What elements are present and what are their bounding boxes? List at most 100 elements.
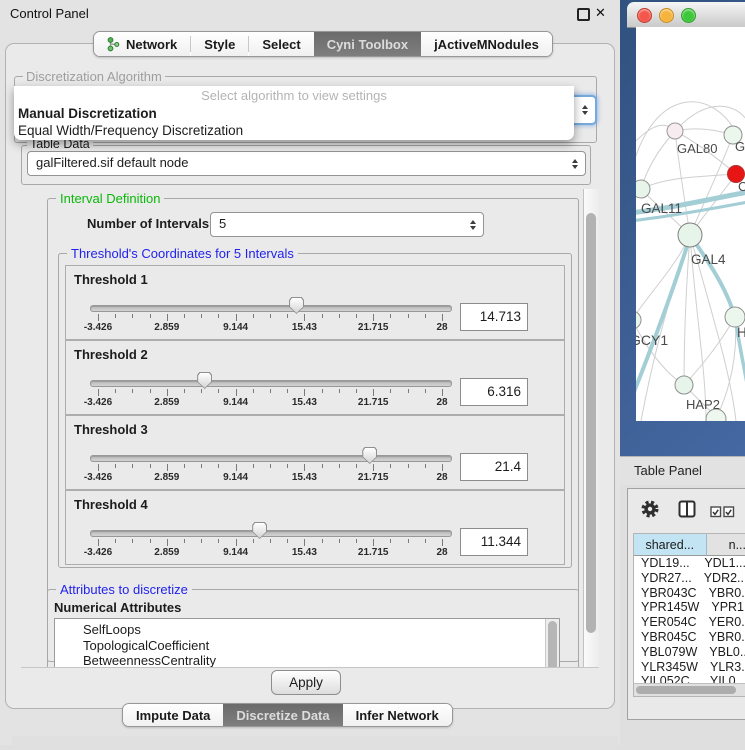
numerical-attributes-list[interactable]: SelfLoopsTopologicalCoefficientBetweenne… xyxy=(54,618,560,668)
minimize-traffic-light[interactable] xyxy=(659,8,674,23)
list-scrollbar[interactable] xyxy=(545,619,559,668)
network-canvas[interactable]: GAL80GACGAL11GAL4GCY1HHAP2 xyxy=(636,27,745,421)
network-node[interactable] xyxy=(636,311,641,329)
tick-mark xyxy=(132,389,133,393)
tick-mark xyxy=(322,539,323,543)
cell-shared-name[interactable]: YBR043C xyxy=(634,586,697,601)
slider-scale-labels: -3.4262.8599.14415.4321.71528 xyxy=(98,322,442,334)
horizontal-scrollbar-thumb[interactable] xyxy=(636,686,736,694)
table-row[interactable]: YDL19...YDL1... xyxy=(634,556,745,571)
vertical-scrollbar-thumb[interactable] xyxy=(586,213,596,633)
tab-select[interactable]: Select xyxy=(249,32,313,56)
number-of-intervals-value: 5 xyxy=(211,213,483,234)
cell-shared-name[interactable]: YDR27... xyxy=(634,571,692,586)
tick-mark xyxy=(442,539,443,546)
threshold-value-input[interactable]: 21.4 xyxy=(460,453,528,481)
tab-network[interactable]: Network xyxy=(94,32,190,56)
tick-mark xyxy=(390,539,391,543)
tick-mark xyxy=(132,464,133,468)
slider-ticks xyxy=(98,539,442,547)
cyni-mode-tabs: Impute Data Discretize Data Infer Networ… xyxy=(122,703,453,727)
cell-name[interactable]: YBR0... xyxy=(697,630,745,645)
tick-mark xyxy=(322,464,323,468)
table-row[interactable]: YER054CYER0... xyxy=(634,615,745,630)
tick-mark xyxy=(373,389,374,396)
tick-mark xyxy=(218,539,219,543)
network-node[interactable] xyxy=(678,223,702,247)
tick-mark xyxy=(218,389,219,393)
slider-track[interactable] xyxy=(90,455,452,462)
node-attribute-table[interactable]: shared... n... YDL19...YDL1...YDR27...YD… xyxy=(633,533,745,697)
slider-track[interactable] xyxy=(90,530,452,537)
vertical-scrollbar[interactable] xyxy=(583,189,599,667)
tick-mark xyxy=(98,539,99,546)
threshold-value-input[interactable]: 14.713 xyxy=(460,303,528,331)
tick-mark xyxy=(150,464,151,468)
cell-name[interactable]: YDL1... xyxy=(692,556,745,571)
list-scrollbar-thumb[interactable] xyxy=(548,621,557,668)
cell-shared-name[interactable]: YLR345W xyxy=(634,660,698,675)
table-row[interactable]: YDR27...YDR2... xyxy=(634,571,745,586)
cell-shared-name[interactable]: YER054C xyxy=(634,615,697,630)
network-node[interactable] xyxy=(725,307,745,327)
network-node[interactable] xyxy=(667,123,683,139)
cell-name[interactable]: YLR3... xyxy=(698,660,745,675)
tab-impute-data[interactable]: Impute Data xyxy=(123,704,223,726)
scale-label: 28 xyxy=(436,472,447,483)
tick-mark xyxy=(201,464,202,468)
tab-infer-network[interactable]: Infer Network xyxy=(343,704,452,726)
tick-mark xyxy=(304,389,305,396)
number-of-intervals-select[interactable]: 5 xyxy=(210,212,484,237)
threshold-label: Threshold 4 xyxy=(74,497,148,512)
table-header-name[interactable]: n... xyxy=(707,534,745,556)
cell-name[interactable]: YDR2... xyxy=(692,571,745,586)
table-row[interactable]: YPR145WYPR1... xyxy=(634,600,745,615)
dropdown-option-manual[interactable]: Manual Discretization xyxy=(14,105,574,122)
tab-cyni-toolbox[interactable]: Cyni Toolbox xyxy=(314,32,421,56)
select-columns-icon[interactable] xyxy=(710,505,736,523)
apply-button[interactable]: Apply xyxy=(271,670,341,695)
slider-track[interactable] xyxy=(90,305,452,312)
table-data-select[interactable]: galFiltered.sif default node xyxy=(27,151,586,176)
slider-track[interactable] xyxy=(90,380,452,387)
attribute-list-item[interactable]: TopologicalCoefficient xyxy=(55,638,559,654)
network-edge xyxy=(641,174,736,189)
table-row[interactable]: YBR045CYBR0... xyxy=(634,630,745,645)
tab-jactivemnodules[interactable]: jActiveMNodules xyxy=(421,32,552,56)
threshold-value-input[interactable]: 6.316 xyxy=(460,378,528,406)
cell-shared-name[interactable]: YBR045C xyxy=(634,630,697,645)
horizontal-scrollbar[interactable] xyxy=(634,683,745,696)
table-header-shared-name[interactable]: shared... xyxy=(634,534,707,556)
zoom-traffic-light[interactable] xyxy=(681,8,696,23)
tab-style[interactable]: Style xyxy=(191,32,248,56)
tab-discretize-data[interactable]: Discretize Data xyxy=(223,704,342,726)
cell-shared-name[interactable]: YPR145W xyxy=(634,600,699,615)
cell-shared-name[interactable]: YDL19... xyxy=(634,556,692,571)
cell-name[interactable]: YBL0... xyxy=(697,645,745,660)
cell-name[interactable]: YPR1... xyxy=(699,600,745,615)
tick-mark xyxy=(184,314,185,318)
network-node[interactable] xyxy=(675,376,693,394)
tick-mark xyxy=(425,389,426,393)
cell-name[interactable]: YER0... xyxy=(697,615,745,630)
network-node[interactable] xyxy=(636,180,650,198)
gear-icon[interactable] xyxy=(640,499,660,524)
float-window-icon[interactable] xyxy=(577,8,590,21)
close-icon[interactable]: ✕ xyxy=(595,5,606,21)
cyni-toolbox-panel: Discretization Algorithm Select algorith… xyxy=(5,43,615,709)
scale-label: 28 xyxy=(436,322,447,333)
thresholds-group-label: Threshold's Coordinates for 5 Intervals xyxy=(67,246,298,261)
close-traffic-light[interactable] xyxy=(637,8,652,23)
scale-label: 15.43 xyxy=(292,472,317,483)
threshold-value-input[interactable]: 11.344 xyxy=(460,528,528,556)
table-row[interactable]: YLR345WYLR3... xyxy=(634,660,745,675)
attribute-list-item[interactable]: BetweennessCentrality xyxy=(55,653,559,668)
table-row[interactable]: YBR043CYBR0... xyxy=(634,586,745,601)
node-label: C xyxy=(738,179,745,194)
table-row[interactable]: YBL079WYBL0... xyxy=(634,645,745,660)
cell-name[interactable]: YBR0... xyxy=(697,586,745,601)
dropdown-option-equal-width[interactable]: Equal Width/Frequency Discretization xyxy=(14,122,574,139)
cell-shared-name[interactable]: YBL079W xyxy=(634,645,697,660)
attribute-list-item[interactable]: SelfLoops xyxy=(55,622,559,638)
columns-icon[interactable] xyxy=(678,500,696,523)
